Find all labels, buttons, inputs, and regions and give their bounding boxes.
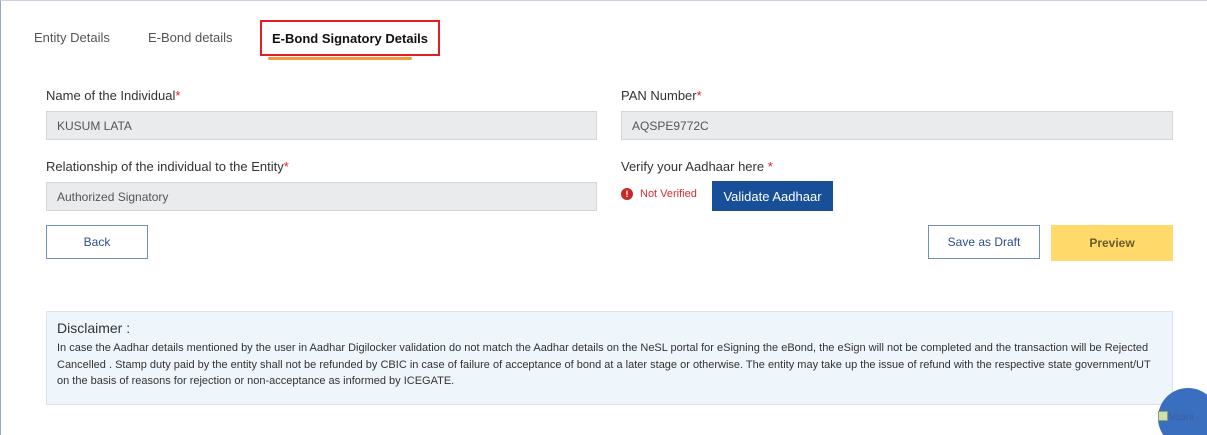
validate-aadhaar-button[interactable]: Validate Aadhaar <box>712 181 833 211</box>
required-mark: * <box>175 88 181 103</box>
chat-assistant-alt[interactable]: Vaani <box>1158 411 1194 423</box>
required-mark: * <box>283 159 289 174</box>
aadhaar-label: Verify your Aadhaar here * <box>621 159 773 174</box>
chat-alt-text: Vaani <box>1169 412 1194 423</box>
required-mark: * <box>767 159 773 174</box>
aadhaar-status-text: Not Verified <box>640 188 697 200</box>
aadhaar-status: ! Not Verified <box>621 188 697 200</box>
name-label: Name of the Individual* <box>46 88 180 103</box>
tab-ebond-signatory-details[interactable]: E-Bond Signatory Details <box>260 20 441 56</box>
broken-image-icon <box>1158 411 1168 421</box>
tab-entity-details[interactable]: Entity Details <box>34 30 110 45</box>
disclaimer-box: Disclaimer : In case the Aadhar details … <box>46 311 1173 405</box>
name-label-text: Name of the Individual <box>46 88 176 103</box>
tab-ebond-details[interactable]: E-Bond details <box>148 30 233 45</box>
back-button[interactable]: Back <box>46 225 148 259</box>
preview-button[interactable]: Preview <box>1051 225 1173 261</box>
pan-label-text: PAN Number <box>621 88 697 103</box>
relationship-label-text: Relationship of the individual to the En… <box>46 159 284 174</box>
name-field[interactable]: KUSUM LATA <box>46 111 597 140</box>
disclaimer-title: Disclaimer : <box>57 320 131 336</box>
pan-label: PAN Number* <box>621 88 702 103</box>
save-as-draft-button[interactable]: Save as Draft <box>928 225 1040 259</box>
active-tab-indicator <box>268 57 412 60</box>
pan-field[interactable]: AQSPE9772C <box>621 111 1173 140</box>
relationship-label: Relationship of the individual to the En… <box>46 159 289 174</box>
disclaimer-text: In case the Aadhar details mentioned by … <box>57 342 1151 387</box>
relationship-field[interactable]: Authorized Signatory <box>46 182 597 211</box>
error-icon: ! <box>621 188 633 200</box>
required-mark: * <box>696 88 702 103</box>
aadhaar-label-text: Verify your Aadhaar here <box>621 159 768 174</box>
